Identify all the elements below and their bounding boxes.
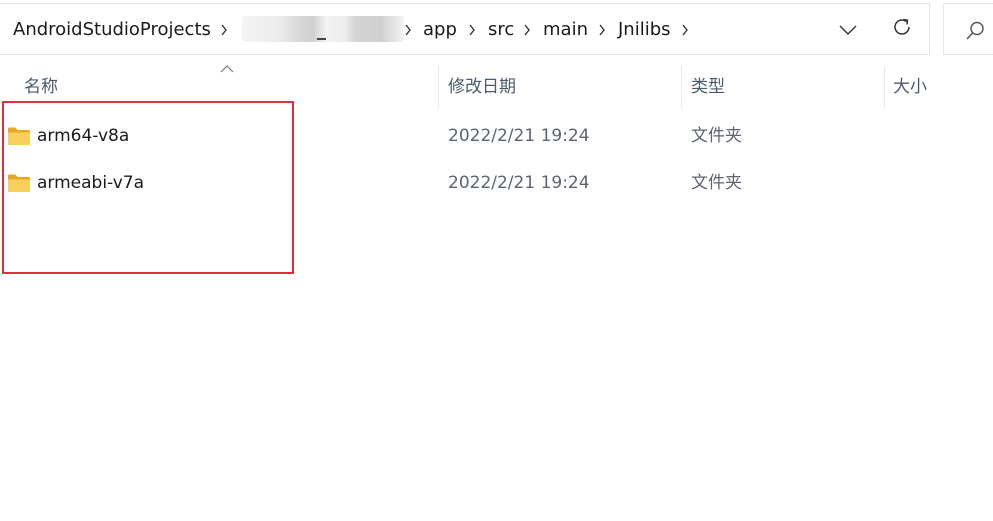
chevron-right-icon[interactable] <box>218 4 230 56</box>
search-input[interactable] <box>943 3 993 55</box>
address-bar[interactable]: AndroidStudioProjects app src main Jnili… <box>0 3 930 55</box>
column-divider[interactable] <box>438 66 439 108</box>
breadcrumb-app[interactable]: app <box>423 4 457 56</box>
column-header-modified[interactable]: 修改日期 <box>448 62 516 108</box>
file-type: 文件夹 <box>691 173 742 193</box>
toolbar: AndroidStudioProjects app src main Jnili… <box>0 0 993 58</box>
sort-ascending-icon[interactable] <box>220 64 234 74</box>
file-modified-date: 2022/2/21 19:24 <box>448 126 590 146</box>
search-icon <box>964 20 986 42</box>
chevron-down-icon <box>839 20 857 39</box>
column-header-type[interactable]: 类型 <box>691 62 725 108</box>
chevron-right-icon[interactable] <box>679 4 691 56</box>
column-divider[interactable] <box>681 66 682 108</box>
highlight-annotation-box <box>2 101 294 274</box>
breadcrumb-jnilibs[interactable]: Jnilibs <box>618 4 671 56</box>
breadcrumb-main[interactable]: main <box>543 4 588 56</box>
breadcrumb-android-studio-projects[interactable]: AndroidStudioProjects <box>13 4 211 56</box>
chevron-right-icon[interactable] <box>466 4 478 56</box>
chevron-right-icon[interactable] <box>402 4 414 56</box>
refresh-icon <box>891 16 913 42</box>
redacted-breadcrumb <box>242 16 404 42</box>
chevron-right-icon[interactable] <box>521 4 533 56</box>
history-dropdown-button[interactable] <box>827 3 869 55</box>
breadcrumb-src[interactable]: src <box>488 4 514 56</box>
file-modified-date: 2022/2/21 19:24 <box>448 173 590 193</box>
column-header-size[interactable]: 大小 <box>893 62 927 108</box>
refresh-button[interactable] <box>881 3 923 55</box>
column-divider[interactable] <box>884 66 885 108</box>
file-type: 文件夹 <box>691 126 742 146</box>
chevron-right-icon[interactable] <box>596 4 608 56</box>
